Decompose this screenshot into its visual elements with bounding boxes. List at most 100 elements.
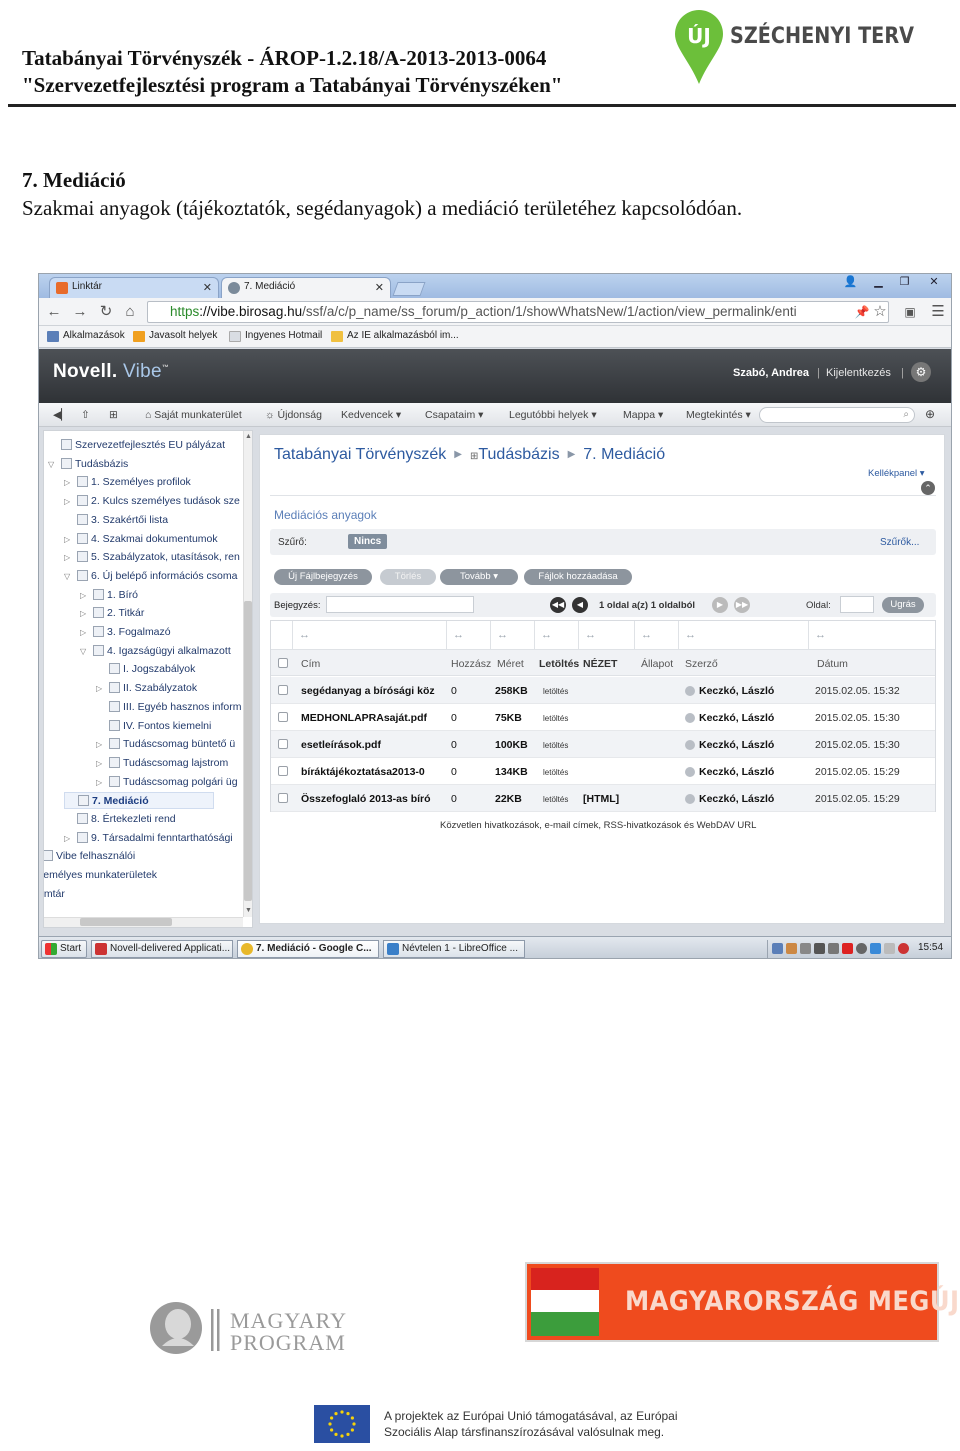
- tree-item[interactable]: ▷ 2. Kulcs személyes tudások sze: [64, 493, 240, 510]
- tree-item[interactable]: ▽ 6. Új belépő információs csoma: [64, 568, 237, 585]
- go-button[interactable]: Ugrás: [882, 597, 924, 613]
- start-button[interactable]: Start: [41, 940, 87, 958]
- row-checkbox[interactable]: [278, 685, 288, 695]
- download-link[interactable]: letöltés: [543, 741, 579, 750]
- file-title-link[interactable]: Összefoglaló 2013-as bíró: [301, 793, 441, 805]
- kellekpanel-link[interactable]: Kellékpanel ▾: [868, 468, 925, 479]
- minimize-button[interactable]: ▁: [865, 274, 892, 291]
- tree-item[interactable]: ▷ 5. Szabályzatok, utasítások, ren: [64, 549, 240, 566]
- column-resize-handle[interactable]: ↔: [491, 621, 535, 649]
- user-icon[interactable]: 👤: [837, 274, 864, 291]
- help-icon[interactable]: ⊕: [925, 407, 935, 421]
- taskbar-libreoffice[interactable]: Névtelen 1 - LibreOffice ...: [383, 940, 525, 958]
- tree-item[interactable]: IV. Fontos kiemelni: [96, 718, 211, 735]
- tree-item[interactable]: ▷ 1. Személyes profilok: [64, 474, 191, 491]
- breadcrumb-item[interactable]: Tudásbázis: [478, 446, 559, 463]
- toolbar-view[interactable]: Megtekintés ▾: [686, 409, 751, 421]
- new-file-entry-button[interactable]: Új Fájlbejegyzés: [274, 569, 372, 585]
- update-icon[interactable]: [856, 943, 867, 954]
- file-title-link[interactable]: esetleírások.pdf: [301, 739, 441, 751]
- gear-icon[interactable]: ⚙: [911, 362, 931, 382]
- tree-item[interactable]: 7. Mediáció: [64, 792, 214, 810]
- tree-item[interactable]: ▷ II. Szabályzatok: [96, 680, 197, 697]
- collapse-up-icon[interactable]: ⌃: [921, 481, 935, 495]
- column-resize-handle[interactable]: ↔: [679, 621, 809, 649]
- toolbar-favorites[interactable]: Kedvencek ▾: [341, 409, 401, 421]
- delete-button[interactable]: Törlés: [380, 569, 436, 585]
- user-name-link[interactable]: Szabó, Andrea: [733, 367, 809, 379]
- author-name[interactable]: Keczkó, László: [699, 766, 805, 778]
- tree-item[interactable]: ▷ 3. Fogalmazó: [80, 624, 171, 641]
- toolbar-whats-new[interactable]: ☼ Újdonság: [265, 409, 322, 421]
- display-icon[interactable]: [884, 943, 895, 954]
- tree-item[interactable]: ▷ 9. Társadalmi fenntarthatósági: [64, 830, 233, 847]
- column-header-download[interactable]: Letöltés: [539, 658, 579, 670]
- reload-icon[interactable]: ↻: [97, 303, 115, 321]
- column-header-comments[interactable]: Hozzász: [451, 658, 491, 670]
- tree-item[interactable]: ▷ 2. Titkár: [80, 605, 144, 622]
- expand-toggle-icon[interactable]: ▷: [80, 587, 90, 604]
- scrollbar-thumb[interactable]: [80, 918, 172, 926]
- tree-item[interactable]: ▽ Tudásbázis: [48, 456, 128, 473]
- logout-link[interactable]: Kijelentkezés: [826, 367, 891, 379]
- security-icon[interactable]: [814, 943, 825, 954]
- close-icon[interactable]: ✕: [203, 281, 212, 294]
- breadcrumb-item[interactable]: Tatabányai Törvényszék: [274, 446, 446, 463]
- expand-toggle-icon[interactable]: ▷: [96, 774, 106, 791]
- filter-value-badge[interactable]: Nincs: [348, 534, 388, 549]
- expand-toggle-icon[interactable]: ▷: [64, 549, 74, 566]
- column-header-date[interactable]: Dátum: [817, 658, 927, 670]
- column-resize-handle[interactable]: ↔: [447, 621, 491, 649]
- column-resize-handle[interactable]: ↔: [535, 621, 579, 649]
- expand-toggle-icon[interactable]: ▷: [64, 493, 74, 510]
- download-link[interactable]: letöltés: [543, 714, 579, 723]
- expand-toggle-icon[interactable]: ▷: [96, 736, 106, 753]
- tree-item[interactable]: ▷ Tudáscsomag lajstrom: [96, 755, 228, 772]
- expand-toggle-icon[interactable]: ▷: [64, 830, 74, 847]
- toolbar-recent[interactable]: Legutóbbi helyek ▾: [509, 409, 597, 421]
- column-header-size[interactable]: Méret: [497, 658, 533, 670]
- scroll-up-icon[interactable]: ▲: [245, 433, 252, 440]
- maximize-button[interactable]: ❐: [891, 274, 918, 291]
- file-title-link[interactable]: segédanyag a bírósági köz: [301, 685, 441, 697]
- scroll-down-icon[interactable]: ▼: [245, 907, 252, 914]
- prev-page-icon[interactable]: ◀: [572, 597, 588, 613]
- tree-item[interactable]: Vibe felhasználói: [44, 848, 135, 865]
- address-bar[interactable]: https://vibe.birosag.hu/ssf/a/c/p_name/s…: [147, 301, 889, 323]
- expand-toggle-icon[interactable]: ▽: [80, 643, 90, 660]
- breadcrumb-item[interactable]: 7. Mediáció: [583, 446, 665, 463]
- column-header-view[interactable]: NÉZET: [583, 658, 633, 670]
- filters-link[interactable]: Szűrők...: [880, 537, 919, 548]
- network-icon[interactable]: [772, 943, 783, 954]
- expand-toggle-icon[interactable]: ▷: [80, 605, 90, 622]
- upload-icon[interactable]: ⇧: [81, 409, 90, 421]
- tree-item[interactable]: 3. Szakértői lista: [64, 512, 168, 529]
- author-name[interactable]: Keczkó, László: [699, 739, 805, 751]
- file-title-link[interactable]: bíráktájékoztatása2013-0: [301, 766, 441, 778]
- new-tab-button[interactable]: [392, 282, 426, 296]
- toolbar-teams[interactable]: Csapataim ▾: [425, 409, 483, 421]
- antivirus-icon[interactable]: [842, 943, 853, 954]
- download-link[interactable]: letöltés: [543, 768, 579, 777]
- permalinks-link[interactable]: Közvetlen hivatkozások, e-mail címek, RS…: [440, 820, 756, 831]
- cloud-icon[interactable]: [870, 943, 881, 954]
- tree-icon[interactable]: ⊞: [109, 409, 118, 421]
- first-page-icon[interactable]: ◀◀: [550, 597, 566, 613]
- tree-item[interactable]: zemélyes munkaterületek: [44, 867, 157, 884]
- toolbar-folder[interactable]: Mappa ▾: [623, 409, 663, 421]
- column-header-author[interactable]: Szerző: [685, 658, 805, 670]
- tree-item[interactable]: Szervezetfejlesztés EU pályázat: [48, 437, 225, 454]
- tree-item[interactable]: ▷ 4. Szakmai dokumentumok: [64, 531, 218, 548]
- expand-toggle-icon[interactable]: ▽: [48, 456, 58, 473]
- column-header-title[interactable]: Cím: [301, 658, 441, 670]
- author-name[interactable]: Keczkó, László: [699, 712, 805, 724]
- star-icon[interactable]: ☆: [871, 303, 889, 321]
- more-button[interactable]: Tovább ▾: [440, 569, 518, 585]
- close-icon[interactable]: ✕: [375, 281, 384, 294]
- expand-toggle-icon[interactable]: ▽: [64, 568, 74, 585]
- column-header-status[interactable]: Állapot: [641, 658, 679, 670]
- menu-icon[interactable]: ☰: [929, 303, 947, 321]
- column-resize-handle[interactable]: ↔: [635, 621, 679, 649]
- download-link[interactable]: letöltés: [543, 795, 579, 804]
- row-checkbox[interactable]: [278, 793, 288, 803]
